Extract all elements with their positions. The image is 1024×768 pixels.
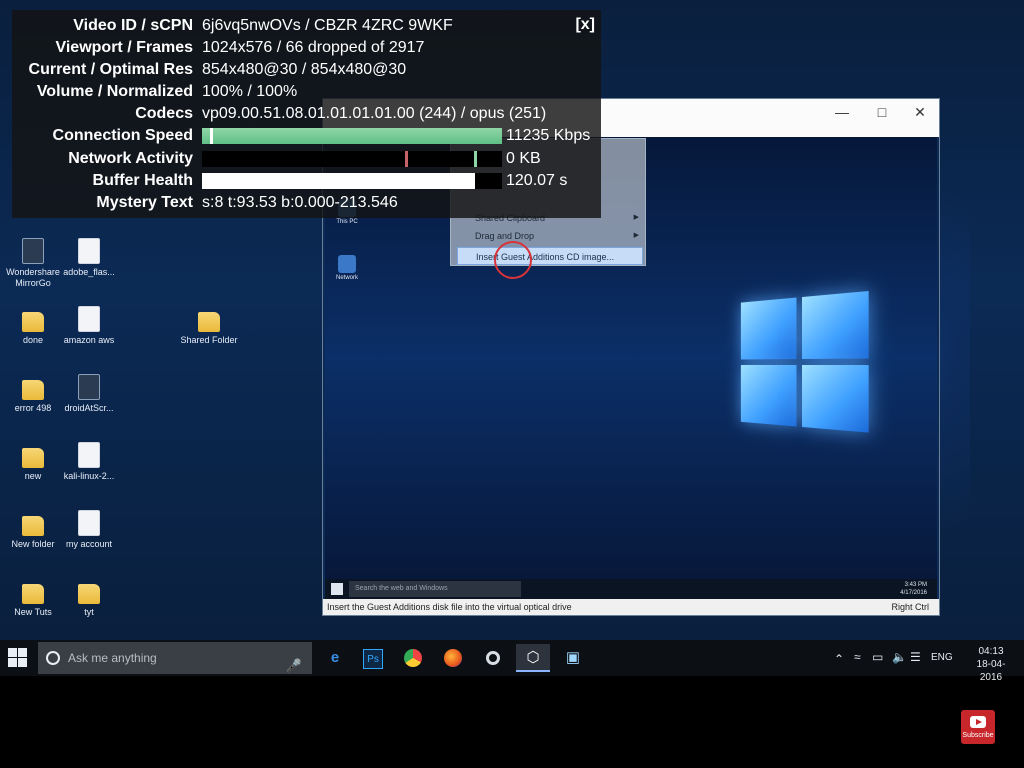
desktop-icon-label: my account [65,539,113,549]
maximize-icon[interactable]: □ [867,103,897,121]
vm-clock: 3:43 PM 4/17/2016 [900,582,927,596]
system-clock[interactable]: 04:13 18-04-2016 [966,645,1016,684]
battery-icon[interactable]: ▭ [872,650,883,664]
chevron-right-icon: ▶ [633,232,639,239]
desktop-icon-droidatscreen[interactable]: droidAtScr... [56,374,122,414]
vm-search-box[interactable]: Search the web and Windows [349,581,521,597]
desktop-icon-label: kali-linux-2... [63,471,115,481]
network-activity-spike [405,151,408,167]
youtube-play-icon [970,716,986,728]
volume-icon[interactable]: 🔈 [892,650,907,664]
vm-start-icon[interactable] [331,583,343,595]
java-icon [78,374,100,400]
folder-icon [22,584,44,604]
close-icon[interactable]: ✕ [905,103,935,121]
network-activity-bar [202,151,502,167]
microphone-icon[interactable]: 🎤 [286,650,302,682]
cortana-search-input[interactable]: Ask me anything 🎤 [38,642,312,674]
app-icon [22,238,44,264]
stat-row-video-id: Video ID / sCPN 6j6vq5nwOVs / CBZR 4ZRC … [73,17,453,34]
desktop-icon-my-account[interactable]: my account [56,510,122,550]
firefox-icon[interactable] [436,644,470,672]
buffer-health-bar [202,173,502,189]
edge-icon[interactable]: e [318,644,352,672]
subscribe-button[interactable]: Subscribe [961,710,995,744]
desktop-icon-label: tyt [84,607,94,617]
start-button[interactable] [8,648,28,668]
windows-logo-icon [740,290,877,438]
stat-row-network-activity: Network Activity 0 KB [68,150,541,167]
file-icon [78,238,100,264]
click-highlight-ring [494,241,532,279]
desktop-icon-label: Shared Folder [180,335,238,345]
chevron-right-icon: ▶ [633,214,639,221]
notification-icon[interactable]: ☰ [910,650,921,664]
vm-status-text: Insert the Guest Additions disk file int… [327,602,572,612]
network-icon [338,255,356,273]
connection-speed-spike [210,128,213,144]
stats-for-nerds-panel: [x] Video ID / sCPN 6j6vq5nwOVs / CBZR 4… [12,10,601,218]
stat-row-buffer-health: Buffer Health 120.07 s [92,172,568,189]
vm-icon-label: This PC [336,219,358,225]
folder-icon [22,312,44,332]
stat-row-connection-speed: Connection Speed 11235 Kbps [52,127,591,144]
chevron-up-icon[interactable]: ⌃ [834,652,844,666]
desktop-icon-adobe-flash[interactable]: adobe_flas... [56,238,122,278]
cortana-icon [46,651,60,665]
host-taskbar: Ask me anything 🎤 e Ps ⬡ ▣ ⌃ ≈ ▭ 🔈 ☰ ENG… [0,640,1024,683]
desktop-icon-shared-folder[interactable]: Shared Folder [176,306,242,346]
stat-row-viewport: Viewport / Frames 1024x576 / 66 dropped … [55,39,425,56]
vm-icon-network[interactable]: Network [327,255,367,281]
obs-icon[interactable] [476,644,510,672]
stat-row-codecs: Codecs vp09.00.51.08.01.01.01.01.00 (244… [135,105,547,122]
desktop-icon-label: amazon aws [63,335,115,345]
virtualbox-icon[interactable]: ⬡ [516,644,550,672]
connection-speed-bar [202,128,502,144]
connection-speed-bar-fill [202,128,502,144]
menu-item-drag-and-drop[interactable]: Drag and Drop ▶ [457,227,643,245]
menu-item-insert-guest-additions[interactable]: Insert Guest Additions CD image... [457,247,643,265]
network-activity-spike [474,151,477,167]
file-icon [78,510,100,536]
desktop-icon-label: droidAtScr... [64,403,114,413]
vm-icon-label: Network [335,275,358,281]
stat-row-resolution: Current / Optimal Res 854x480@30 / 854x4… [28,61,407,78]
stat-row-mystery-text: Mystery Text s:8 t:93.53 b:0.000-213.546 [96,194,398,211]
disc-image-icon [78,442,100,468]
vm-statusbar: Insert the Guest Additions disk file int… [323,599,939,615]
folder-icon [22,516,44,536]
folder-icon [198,312,220,332]
app-window-icon[interactable]: ▣ [556,644,590,672]
photoshop-icon[interactable]: Ps [356,644,390,672]
folder-icon [22,448,44,468]
stat-row-volume: Volume / Normalized 100% / 100% [36,83,298,100]
wifi-icon[interactable]: ≈ [854,650,861,664]
folder-icon [22,380,44,400]
host-key-label: Right Ctrl [891,602,929,612]
vm-taskbar: Search the web and Windows 3:43 PM 4/17/… [325,579,937,599]
chrome-icon[interactable] [396,644,430,672]
desktop-icon-label: adobe_flas... [63,267,115,277]
language-indicator[interactable]: ENG [931,652,953,663]
buffer-health-bar-fill [202,173,475,189]
folder-icon [78,584,100,604]
desktop-icon-kali-linux[interactable]: kali-linux-2... [56,442,122,482]
desktop-icon-amazon-aws[interactable]: amazon aws [56,306,122,346]
file-icon [78,306,100,332]
desktop-icon-tyt[interactable]: tyt [56,578,122,618]
minimize-icon[interactable]: — [827,103,857,121]
